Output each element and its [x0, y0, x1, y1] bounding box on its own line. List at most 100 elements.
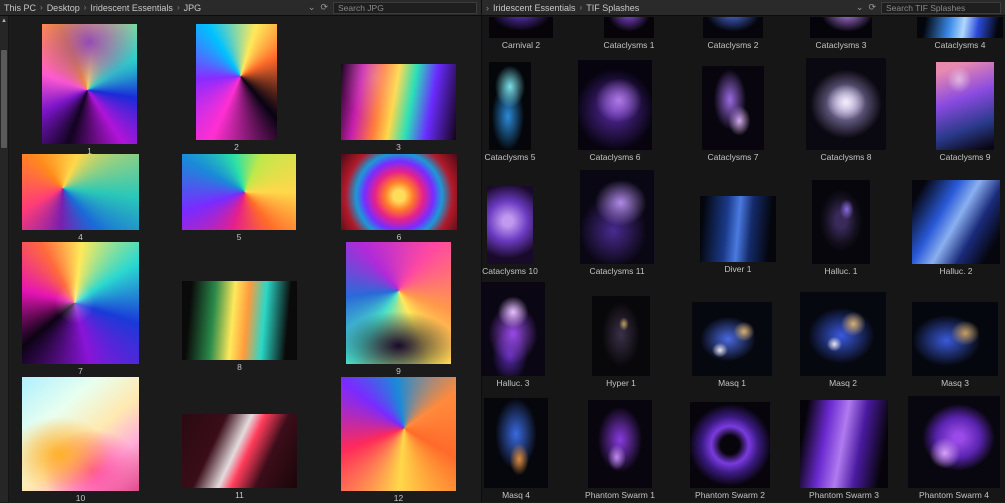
thumbnail — [912, 302, 998, 376]
file-label: Halluc. 3 — [496, 378, 530, 388]
file-label: 8 — [237, 362, 242, 372]
file-item-jpg-6[interactable]: 6 — [341, 154, 457, 242]
left-scrollbar[interactable]: ▲ — [0, 16, 9, 502]
chevron-down-icon[interactable]: ⌄ — [856, 2, 864, 13]
thumbnail-art — [346, 242, 451, 364]
breadcrumb-item-jpg[interactable]: JPG — [184, 3, 202, 13]
file-item-halluc-2[interactable]: Halluc. 2 — [912, 180, 1000, 276]
file-item-cataclysms-9[interactable]: Cataclysms 9 — [936, 62, 994, 162]
breadcrumb-item-this-pc[interactable]: This PC — [4, 3, 36, 13]
file-item-jpg-8[interactable]: 8 — [182, 281, 297, 372]
file-item-cataclysms-7[interactable]: Cataclysms 7 — [702, 66, 764, 162]
thumbnail-art — [481, 282, 545, 376]
thumbnail — [806, 58, 886, 150]
file-item-jpg-10[interactable]: 10 — [22, 377, 139, 503]
file-item-masq-3[interactable]: Masq 3 — [912, 302, 998, 388]
file-item-masq-2[interactable]: Masq 2 — [800, 292, 886, 388]
file-item-carnival-2[interactable]: Carnival 2 — [489, 17, 553, 50]
file-item-masq-1[interactable]: Masq 1 — [692, 302, 772, 388]
file-item-cataclysms-4[interactable]: Cataclysms 4 — [917, 17, 1003, 50]
thumbnail-art — [182, 281, 297, 360]
file-label: Cataclysms 7 — [707, 152, 759, 162]
file-label: Masq 2 — [829, 378, 857, 388]
right-address-bar: › Iridescent Essentials › TIF Splashes ⌄… — [482, 0, 1005, 15]
file-item-jpg-1[interactable]: 1 — [42, 24, 137, 156]
thumbnail — [592, 296, 650, 376]
chevron-down-icon[interactable]: ⌄ — [308, 2, 316, 13]
file-item-cataclysms-11[interactable]: Cataclysms 11 — [580, 170, 654, 276]
scroll-up-icon[interactable]: ▲ — [0, 16, 8, 27]
file-item-phantom-swarm-4[interactable]: Phantom Swarm 4 — [908, 396, 1000, 500]
file-item-cataclysms-6[interactable]: Cataclysms 6 — [578, 60, 652, 162]
scrollbar-thumb[interactable] — [1, 50, 7, 148]
thumbnail — [604, 17, 654, 38]
file-label: 6 — [396, 232, 402, 242]
search-input-tif-splashes[interactable] — [881, 1, 1001, 14]
file-label: 3 — [396, 142, 401, 152]
file-item-cataclysms-10[interactable]: Cataclysms 10 — [482, 186, 538, 276]
file-label: Cataclysms 3 — [815, 40, 867, 50]
breadcrumb-separator-icon: › — [176, 3, 180, 12]
file-item-jpg-2[interactable]: 2 — [196, 24, 277, 152]
thumbnail — [22, 242, 139, 364]
search-input-jpg[interactable] — [333, 1, 477, 14]
thumbnail — [341, 377, 456, 491]
thumbnail — [489, 62, 531, 150]
thumbnail — [908, 396, 1000, 488]
thumbnail — [22, 154, 139, 230]
file-item-jpg-11[interactable]: 11 — [182, 414, 297, 500]
thumbnail-art — [580, 170, 654, 264]
file-item-jpg-3[interactable]: 3 — [341, 64, 456, 152]
thumbnail-art — [908, 396, 1000, 488]
thumbnail — [346, 242, 451, 364]
breadcrumb-separator-icon: › — [579, 3, 583, 12]
breadcrumb-chevron-icon: › — [486, 2, 489, 13]
file-item-jpg-4[interactable]: 4 — [22, 154, 139, 242]
file-item-cataclysms-8[interactable]: Cataclysms 8 — [806, 58, 886, 162]
breadcrumb-item-tif-splashes[interactable]: TIF Splashes — [586, 3, 639, 13]
file-item-cataclysms-1[interactable]: Cataclysms 1 — [603, 17, 655, 50]
thumbnail-art — [182, 154, 296, 230]
thumbnail — [800, 292, 886, 376]
breadcrumb-item-desktop[interactable]: Desktop — [47, 3, 80, 13]
thumbnail — [917, 17, 1003, 38]
thumbnail — [936, 62, 994, 150]
file-label: 7 — [78, 366, 83, 376]
thumbnail-art — [182, 414, 297, 488]
thumbnail-art — [810, 17, 872, 38]
thumbnail — [481, 282, 545, 376]
thumbnail — [341, 154, 457, 230]
file-label: 5 — [236, 232, 242, 242]
thumbnail-art — [800, 400, 888, 488]
refresh-icon[interactable]: ⟳ — [868, 2, 876, 13]
thumbnail — [580, 170, 654, 264]
thumbnail-art — [484, 398, 548, 488]
breadcrumb-item-iridescent-essentials[interactable]: Iridescent Essentials — [493, 3, 576, 13]
thumbnail — [22, 377, 139, 491]
file-item-halluc-3[interactable]: Halluc. 3 — [481, 282, 545, 388]
file-item-phantom-swarm-1[interactable]: Phantom Swarm 1 — [585, 400, 655, 500]
file-item-jpg-12[interactable]: 12 — [341, 377, 456, 503]
file-item-jpg-5[interactable]: 5 — [182, 154, 296, 242]
file-item-hyper-1[interactable]: Hyper 1 — [592, 296, 650, 388]
thumbnail-art — [341, 64, 456, 140]
file-item-cataclysms-2[interactable]: Cataclysms 2 — [703, 17, 763, 50]
file-item-diver-1[interactable]: Diver 1 — [700, 196, 776, 274]
file-item-cataclysms-3[interactable]: Cataclysms 3 — [810, 17, 872, 50]
thumbnail-art — [806, 58, 886, 150]
file-item-jpg-9[interactable]: 9 — [346, 242, 451, 376]
file-item-halluc-1[interactable]: Halluc. 1 — [812, 180, 870, 276]
file-item-cataclysms-5[interactable]: Cataclysms 5 — [484, 62, 536, 162]
file-label: Phantom Swarm 1 — [585, 490, 655, 500]
file-item-masq-4[interactable]: Masq 4 — [484, 398, 548, 500]
file-label: Cataclysms 6 — [589, 152, 641, 162]
file-item-phantom-swarm-3[interactable]: Phantom Swarm 3 — [800, 400, 888, 500]
thumbnail-art — [912, 302, 998, 376]
file-item-phantom-swarm-2[interactable]: Phantom Swarm 2 — [690, 402, 770, 500]
refresh-icon[interactable]: ⟳ — [320, 2, 328, 13]
breadcrumb-item-iridescent-essentials[interactable]: Iridescent Essentials — [90, 3, 173, 13]
thumbnail — [487, 186, 533, 264]
file-label: Phantom Swarm 4 — [919, 490, 989, 500]
thumbnail-art — [917, 17, 1003, 38]
file-item-jpg-7[interactable]: 7 — [22, 242, 139, 376]
